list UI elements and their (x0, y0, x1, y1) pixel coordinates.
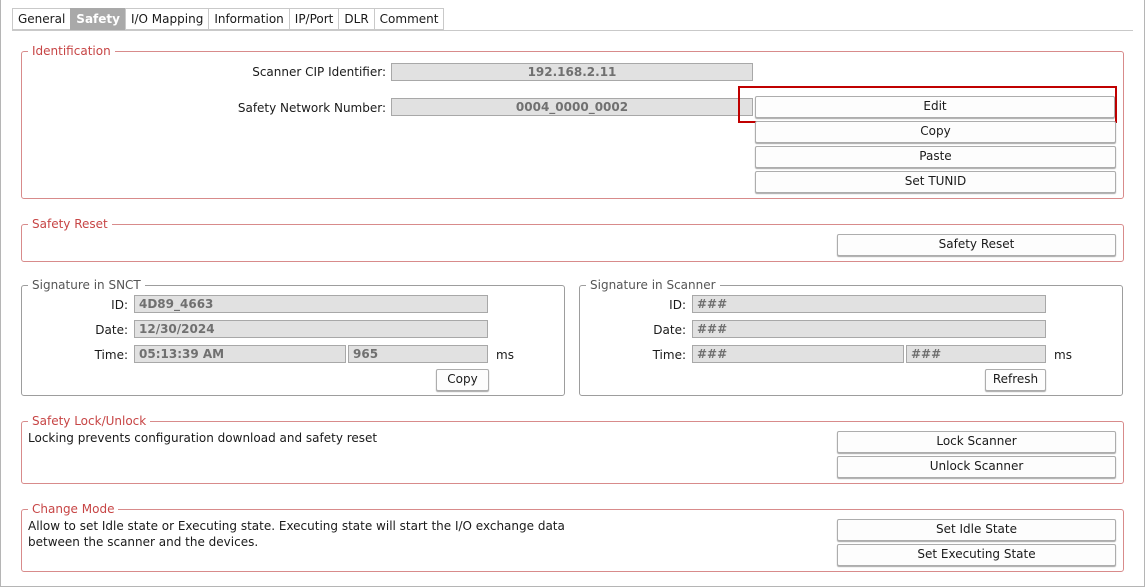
snct-time-field: 05:13:39 AM (134, 345, 346, 363)
edit-button[interactable]: Edit (755, 96, 1115, 118)
paste-button[interactable]: Paste (755, 146, 1116, 168)
change-mode-description-line1: Allow to set Idle state or Executing sta… (28, 519, 565, 533)
scanner-id-field: ### (692, 295, 1046, 313)
refresh-button[interactable]: Refresh (985, 369, 1046, 391)
tab-information[interactable]: Information (208, 8, 289, 30)
scanner-date-field: ### (692, 320, 1046, 338)
identification-title: Identification (28, 44, 115, 58)
tab-io-mapping[interactable]: I/O Mapping (124, 8, 209, 30)
lock-scanner-button[interactable]: Lock Scanner (837, 431, 1116, 453)
snct-date-label: Date: (95, 323, 128, 337)
set-idle-state-button[interactable]: Set Idle State (837, 519, 1116, 541)
tab-dlr[interactable]: DLR (338, 8, 374, 30)
scanner-date-label: Date: (653, 323, 686, 337)
tab-safety[interactable]: Safety (70, 8, 125, 30)
snct-copy-button[interactable]: Copy (436, 369, 489, 391)
unlock-scanner-button[interactable]: Unlock Scanner (837, 456, 1116, 478)
scanner-ms-field: ### (906, 345, 1046, 363)
snct-date-field: 12/30/2024 (134, 320, 488, 338)
snct-time-label: Time: (94, 348, 128, 362)
scanner-time-label: Time: (652, 348, 686, 362)
signature-scanner-title: Signature in Scanner (586, 278, 720, 292)
scanner-id-label: ID: (669, 298, 686, 312)
tab-comment[interactable]: Comment (373, 8, 445, 30)
lock-unlock-description: Locking prevents configuration download … (28, 431, 378, 445)
set-executing-state-button[interactable]: Set Executing State (837, 544, 1116, 566)
snct-id-label: ID: (111, 298, 128, 312)
change-mode-title: Change Mode (28, 502, 119, 516)
change-mode-description-line2: between the scanner and the devices. (28, 535, 259, 549)
snct-ms-field: 965 (348, 345, 488, 363)
safety-reset-button[interactable]: Safety Reset (837, 234, 1116, 256)
cip-identifier-field: 192.168.2.11 (391, 63, 753, 81)
copy-button[interactable]: Copy (755, 121, 1116, 143)
tab-divider (12, 30, 1133, 31)
tab-bar: General Safety I/O Mapping Information I… (12, 8, 445, 30)
snct-ms-unit: ms (496, 348, 514, 362)
scanner-ms-unit: ms (1054, 348, 1072, 362)
signature-snct-title: Signature in SNCT (28, 278, 145, 292)
lock-unlock-title: Safety Lock/Unlock (28, 414, 151, 428)
cip-identifier-label: Scanner CIP Identifier: (252, 65, 386, 79)
safety-network-number-field: 0004_0000_0002 (391, 98, 753, 116)
set-tunid-button[interactable]: Set TUNID (755, 171, 1116, 193)
scanner-time-field: ### (692, 345, 904, 363)
safety-network-number-label: Safety Network Number: (237, 101, 386, 115)
safety-reset-title: Safety Reset (28, 217, 112, 231)
snct-id-field: 4D89_4663 (134, 295, 488, 313)
tab-ip-port[interactable]: IP/Port (288, 8, 339, 30)
tab-general[interactable]: General (12, 8, 71, 30)
